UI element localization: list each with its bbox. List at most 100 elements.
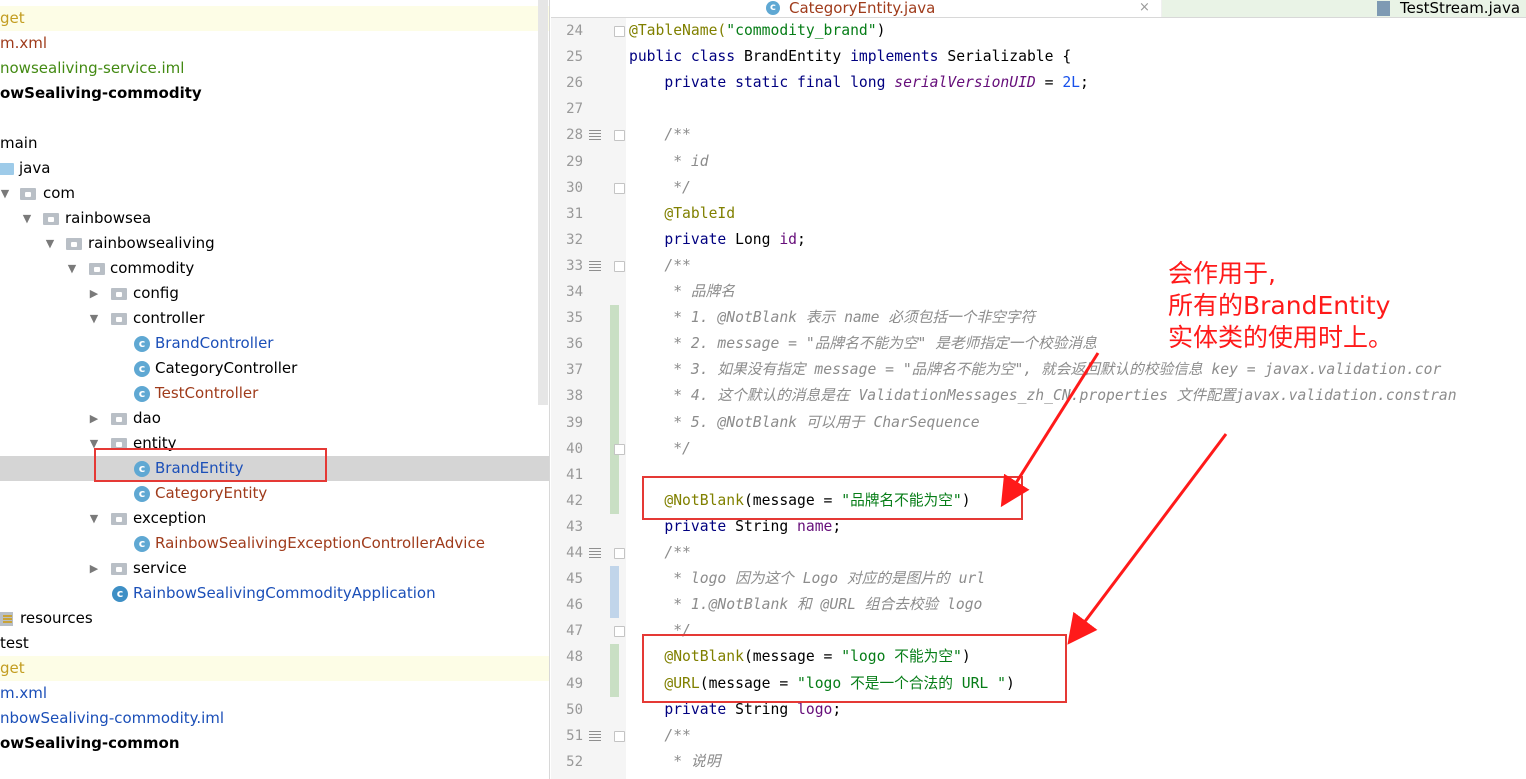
tree-item[interactable]: ▼ rainbowsealiving — [0, 231, 549, 256]
tree-item[interactable]: ▼ commodity — [0, 256, 549, 281]
tree-item[interactable]: c CategoryController — [0, 356, 549, 381]
code-token: * id — [629, 152, 709, 170]
vcs-change-marker[interactable] — [610, 461, 619, 514]
close-icon[interactable]: × — [1139, 0, 1150, 16]
vcs-change-marker[interactable] — [610, 305, 619, 462]
fold-icon[interactable] — [614, 730, 625, 742]
code-line[interactable]: public class BrandEntity implements Seri… — [629, 44, 1071, 70]
tree-item[interactable]: get — [0, 6, 549, 31]
vcs-change-marker[interactable] — [610, 566, 619, 619]
fold-icon[interactable] — [614, 260, 625, 272]
tree-item-label: service — [133, 559, 187, 577]
render-doc-icon[interactable] — [589, 548, 601, 559]
code-token: private — [629, 517, 736, 535]
code-line[interactable]: /** — [629, 253, 691, 279]
collapse-arrow-icon[interactable]: ▶ — [87, 281, 101, 306]
code-line[interactable]: */ — [629, 436, 691, 462]
code-line[interactable]: * 4. 这个默认的消息是在 ValidationMessages_zh_CN.… — [629, 383, 1456, 409]
tree-item[interactable]: main — [0, 131, 549, 156]
tree-item-label: main — [0, 134, 38, 152]
line-number: 28 — [566, 127, 583, 144]
collapse-arrow-icon[interactable]: ▶ — [87, 556, 101, 581]
code-line[interactable]: /** — [629, 723, 691, 749]
tree-item[interactable]: java — [0, 156, 549, 181]
code-line[interactable]: * logo 因为这个 Logo 对应的是图片的 url — [629, 566, 985, 592]
tree-item[interactable]: nbowSealiving-commodity.iml — [0, 706, 549, 731]
tree-item[interactable]: c TestController — [0, 381, 549, 406]
tree-item[interactable]: ▶ config — [0, 281, 549, 306]
tree-item-label: RainbowSealivingCommodityApplication — [133, 584, 436, 602]
logo-validation-highlight-box — [642, 634, 1067, 703]
code-line[interactable]: * 3. 如果没有指定 message = "品牌名不能为空", 就会返回默认的… — [629, 357, 1441, 383]
line-number: 32 — [566, 231, 583, 248]
tree-item[interactable]: ▶ dao — [0, 406, 549, 431]
expand-arrow-icon[interactable]: ▼ — [87, 306, 101, 331]
code-token: private — [629, 700, 736, 718]
expand-arrow-icon[interactable]: ▼ — [87, 506, 101, 531]
fold-icon[interactable] — [614, 130, 625, 142]
render-doc-icon[interactable] — [589, 730, 601, 742]
vcs-change-marker[interactable] — [610, 644, 619, 697]
fold-icon[interactable] — [614, 548, 625, 559]
tree-item[interactable]: owSealiving-common — [0, 731, 549, 756]
tree-item[interactable]: resources — [0, 606, 549, 631]
tree-item[interactable] — [0, 106, 549, 131]
fold-icon[interactable] — [614, 626, 625, 638]
fold-icon[interactable] — [614, 182, 625, 194]
tree-item[interactable]: test — [0, 631, 549, 656]
tree-item[interactable]: ▼ exception — [0, 506, 549, 531]
expand-arrow-icon[interactable]: ▼ — [0, 181, 12, 206]
tree-item[interactable]: ▼ com — [0, 181, 549, 206]
code-line[interactable]: * 2. message = "品牌名不能为空" 是老师指定一个校验消息 — [629, 331, 1097, 357]
code-line[interactable]: @TableName("commodity_brand") — [629, 18, 885, 44]
render-doc-icon[interactable] — [589, 130, 601, 142]
tree-item[interactable]: m.xml — [0, 681, 549, 706]
code-line[interactable]: */ — [629, 175, 691, 201]
code-token: = — [1035, 74, 1063, 92]
code-line[interactable]: @TableId — [629, 201, 735, 227]
code-token: @TableId — [629, 204, 736, 222]
tree-scrollbar[interactable] — [538, 0, 548, 405]
tree-item[interactable]: owSealiving-commodity — [0, 81, 549, 106]
line-number: 45 — [566, 571, 583, 588]
code-line[interactable]: * 1. @NotBlank 表示 name 必须包括一个非空字符 — [629, 305, 1035, 331]
code-token: * 品牌名 — [629, 283, 735, 300]
line-number: 25 — [566, 49, 583, 66]
collapse-arrow-icon[interactable]: ▶ — [87, 406, 101, 431]
fold-icon[interactable] — [614, 26, 625, 37]
tree-item[interactable]: m.xml — [0, 31, 549, 56]
tree-item[interactable]: c RainbowSealivingCommodityApplication — [0, 581, 549, 606]
code-line[interactable]: /** — [629, 122, 691, 148]
code-line[interactable]: /** — [629, 540, 691, 566]
tree-item[interactable]: c RainbowSealivingExceptionControllerAdvi… — [0, 531, 549, 556]
tree-item[interactable]: get — [0, 656, 549, 681]
expand-arrow-icon[interactable]: ▼ — [20, 206, 34, 231]
render-doc-icon[interactable] — [589, 260, 601, 272]
code-line[interactable]: * 5. @NotBlank 可以用于 CharSequence — [629, 410, 979, 436]
tree-item[interactable]: nowsealiving-service.iml — [0, 56, 549, 81]
java-file-icon — [1377, 1, 1390, 16]
tree-item[interactable]: ▶ service — [0, 556, 549, 581]
code-line[interactable]: private Long id; — [629, 227, 806, 253]
code-line[interactable]: * 说明 — [629, 749, 720, 775]
tree-item[interactable]: ▼ controller — [0, 306, 549, 331]
expand-arrow-icon[interactable]: ▼ — [43, 231, 57, 256]
tree-item[interactable]: c CategoryEntity — [0, 481, 549, 506]
line-number: 24 — [566, 23, 583, 39]
tab-teststream[interactable]: TestStream.java — [1162, 0, 1526, 17]
tab-categoryentity[interactable]: c CategoryEntity.java × — [551, 0, 1161, 17]
expand-arrow-icon[interactable]: ▼ — [65, 256, 79, 281]
tree-item[interactable]: c BrandController — [0, 331, 549, 356]
code-line[interactable]: * id — [629, 149, 709, 175]
tree-item[interactable]: ▼ rainbowsea — [0, 206, 549, 231]
code-line[interactable]: * 1.@NotBlank 和 @URL 组合去校验 logo — [629, 592, 982, 618]
annotation-line-1: 会作用于, — [1168, 259, 1276, 288]
tree-item-label: CategoryEntity — [155, 484, 268, 502]
brandentity-highlight-box — [94, 448, 327, 482]
project-tree[interactable]: get m.xml nowsealiving-service.iml owSealiv… — [0, 0, 550, 779]
code-token: BrandEntity — [743, 48, 851, 66]
code-line[interactable]: * 品牌名 — [629, 279, 735, 305]
fold-icon[interactable] — [614, 443, 625, 455]
code-line[interactable]: private static final long serialVersionU… — [629, 70, 1088, 96]
